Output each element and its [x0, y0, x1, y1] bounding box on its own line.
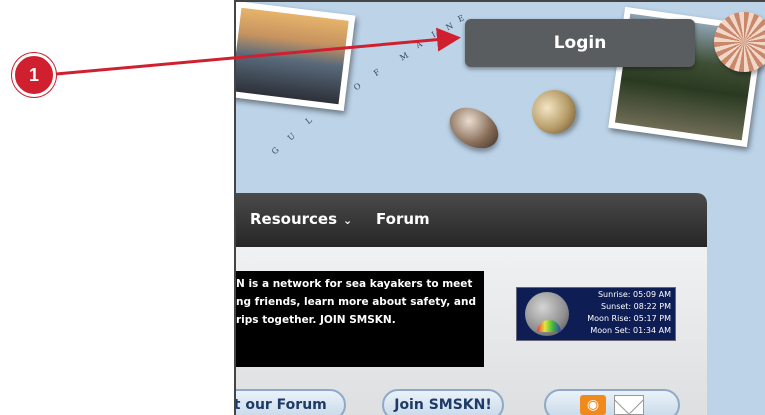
callout-arrow — [55, 27, 461, 76]
step-callout-badge: 1 — [12, 53, 56, 97]
